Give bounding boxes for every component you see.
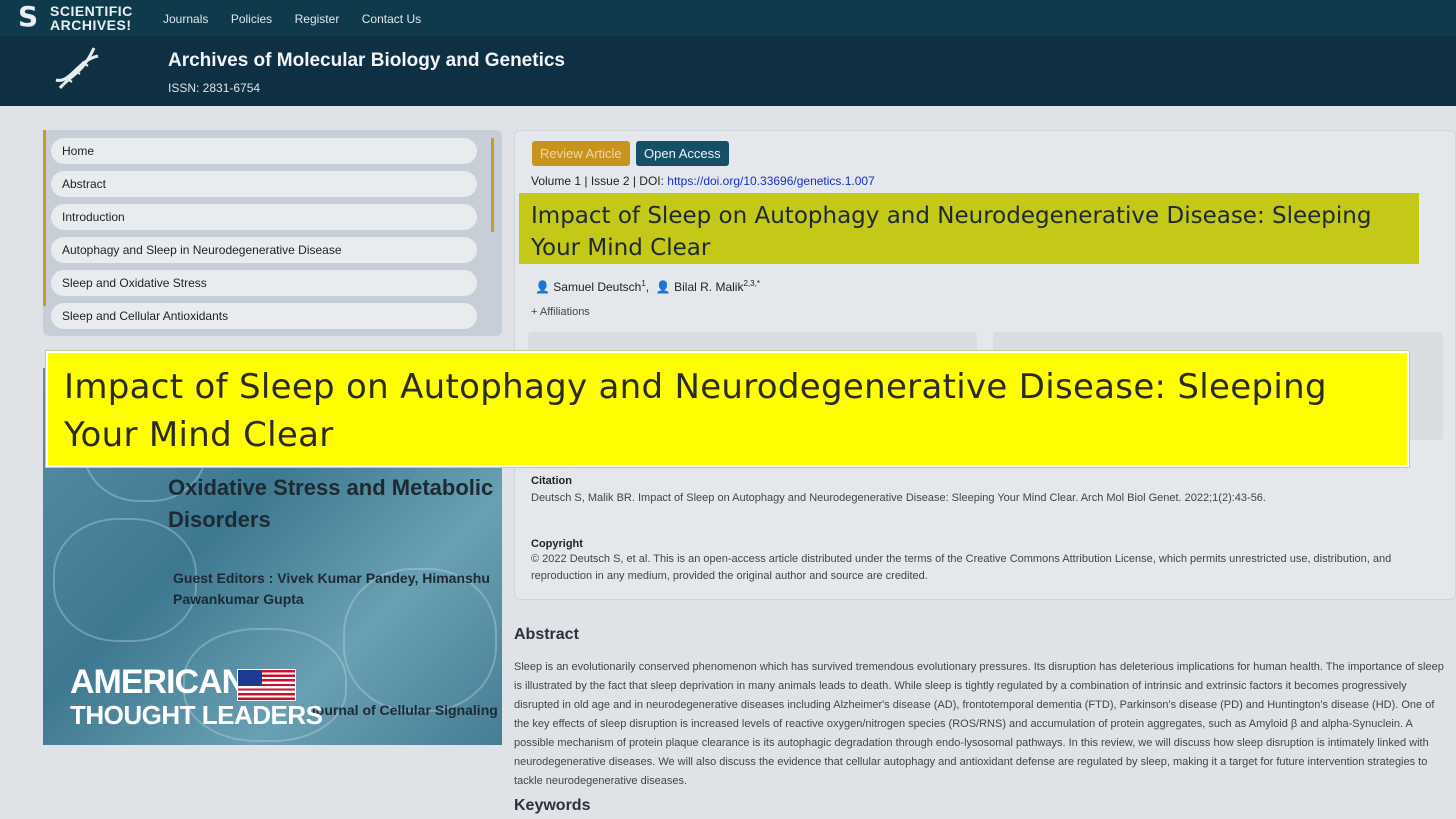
- sidebar-item-sleep-and-oxidative-stress[interactable]: Sleep and Oxidative Stress: [51, 270, 477, 296]
- nav-link-journals[interactable]: Journals: [163, 12, 208, 26]
- volume-issue-label: Volume 1 | Issue 2 | DOI:: [531, 174, 668, 188]
- watermark-line-2: THOUGHT LEADERS: [70, 700, 323, 730]
- title-overlay-banner: Impact of Sleep on Autophagy and Neurode…: [46, 351, 1409, 467]
- logo-line-1: SCIENTIFIC: [50, 3, 133, 19]
- overlay-title: Impact of Sleep on Autophagy and Neurode…: [64, 367, 1327, 455]
- sidebar-item-sleep-and-cellular-antioxidants[interactable]: Sleep and Cellular Antioxidants: [51, 303, 477, 329]
- doi-link[interactable]: https://doi.org/10.33696/genetics.1.007: [667, 174, 875, 188]
- user-icon: 👤: [535, 280, 550, 294]
- journal-issn: ISSN: 2831-6754: [168, 81, 261, 95]
- toc-sidebar: Home Abstract Introduction Autophagy and…: [43, 130, 502, 336]
- article-title: Impact of Sleep on Autophagy and Neurode…: [531, 203, 1372, 261]
- cover-journal-name: Journal of Cellular Signaling: [308, 702, 498, 718]
- author-1[interactable]: Samuel Deutsch: [553, 280, 641, 294]
- keywords-heading: Keywords: [514, 797, 591, 814]
- sidebar-item-introduction[interactable]: Introduction: [51, 204, 477, 230]
- cover-editors: Guest Editors : Vivek Kumar Pandey, Hima…: [173, 570, 490, 607]
- dna-helix-icon: [55, 47, 99, 89]
- abstract-text: Sleep is an evolutionarily conserved phe…: [514, 661, 1444, 787]
- sidebar-scrollbar[interactable]: [491, 138, 494, 232]
- author-list: 👤 Samuel Deutsch1, 👤 Bilal R. Malik2,3,*: [535, 279, 760, 294]
- nav-link-policies[interactable]: Policies: [231, 12, 272, 26]
- review-article-badge: Review Article: [532, 141, 630, 166]
- citation-label: Citation: [531, 475, 572, 487]
- nav-link-register[interactable]: Register: [295, 12, 340, 26]
- volume-issue-doi: Volume 1 | Issue 2 | DOI: https://doi.or…: [531, 174, 875, 188]
- site-logo[interactable]: S SCIENTIFIC ARCHIVES!: [18, 2, 138, 34]
- logo-s-icon: S: [18, 0, 39, 33]
- sidebar-accent-bar: [43, 130, 46, 306]
- sidebar-item-abstract[interactable]: Abstract: [51, 171, 477, 197]
- nav-links: Journals Policies Register Contact Us: [163, 10, 439, 28]
- sidebar-item-home[interactable]: Home: [51, 138, 477, 164]
- cover-title: Oxidative Stress and Metabolic Disorders: [168, 475, 494, 532]
- user-icon: 👤: [655, 280, 671, 294]
- sidebar-item-autophagy-and-sleep[interactable]: Autophagy and Sleep in Neurodegenerative…: [51, 237, 477, 263]
- copyright-text: © 2022 Deutsch S, et al. This is an open…: [531, 553, 1392, 582]
- logo-line-2: ARCHIVES!: [50, 17, 132, 33]
- abstract-heading: Abstract: [514, 626, 579, 643]
- affiliations-toggle[interactable]: + Affiliations: [531, 306, 590, 318]
- nav-link-contact-us[interactable]: Contact Us: [362, 12, 421, 26]
- author-2[interactable]: Bilal R. Malik: [674, 280, 743, 294]
- us-flag-icon: [237, 669, 296, 701]
- copyright-label: Copyright: [531, 538, 583, 550]
- open-access-badge: Open Access: [636, 141, 729, 166]
- top-nav-bar: S SCIENTIFIC ARCHIVES! Journals Policies…: [0, 0, 1456, 36]
- journal-title[interactable]: Archives of Molecular Biology and Geneti…: [168, 50, 565, 72]
- citation-text: Deutsch S, Malik BR. Impact of Sleep on …: [531, 492, 1266, 504]
- article-title-highlight: Impact of Sleep on Autophagy and Neurode…: [519, 193, 1419, 264]
